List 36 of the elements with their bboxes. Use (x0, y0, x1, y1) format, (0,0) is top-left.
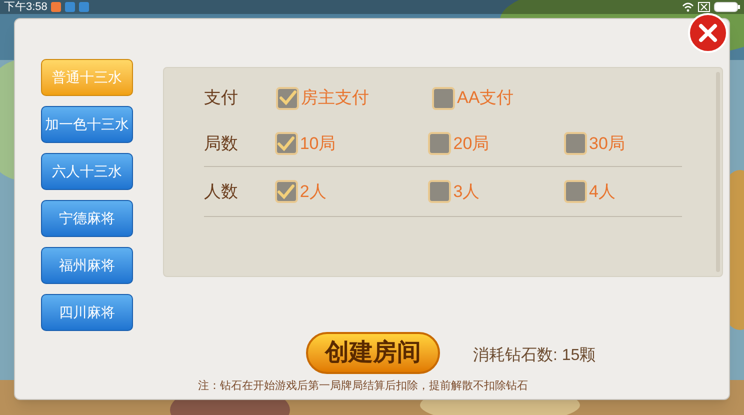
setting-label: 局数 (204, 132, 239, 155)
app-icon (65, 2, 76, 12)
notification-icon (51, 2, 62, 12)
option-label: 房主支付 (301, 87, 369, 110)
checkbox[interactable] (432, 86, 455, 110)
close-box-icon (698, 2, 710, 12)
checkbox[interactable] (428, 180, 452, 203)
checkbox[interactable] (274, 180, 298, 203)
option-label: 10局 (300, 132, 336, 155)
battery-icon (714, 2, 740, 12)
game-tab[interactable]: 宁德麻将 (41, 200, 133, 237)
diamond-cost: 消耗钻石数: 15颗 (473, 346, 596, 366)
checkbox[interactable] (276, 86, 299, 110)
option-label: 20局 (453, 132, 490, 155)
game-tab[interactable]: 四川麻将 (41, 294, 133, 331)
option-label: 3人 (453, 180, 480, 203)
checkbox[interactable] (564, 180, 587, 203)
setting-label: 人数 (204, 180, 239, 203)
status-time: 下午3:58 (4, 2, 48, 12)
option-label: 30局 (588, 132, 625, 155)
checkbox[interactable] (428, 132, 452, 155)
game-tab[interactable]: 加一色十三水 (41, 106, 133, 143)
wifi-icon (682, 2, 694, 12)
note-text: 注：钻石在开始游戏后第一局牌局结算后扣除，提前解散不扣除钻石 (198, 378, 528, 394)
create-room-button[interactable]: 创建房间 (306, 332, 440, 374)
close-icon (698, 23, 718, 43)
option-label: 2人 (300, 180, 326, 203)
game-tab[interactable]: 福州麻将 (41, 247, 133, 284)
game-tab[interactable]: 六人十三水 (41, 153, 133, 190)
checkbox[interactable] (564, 132, 587, 155)
option-label: AA支付 (457, 87, 514, 110)
checkbox[interactable] (274, 132, 298, 155)
option-label: 4人 (588, 180, 616, 203)
game-tab[interactable]: 普通十三水 (41, 59, 133, 96)
setting-label: 支付 (204, 87, 239, 110)
app-icon (79, 2, 90, 12)
